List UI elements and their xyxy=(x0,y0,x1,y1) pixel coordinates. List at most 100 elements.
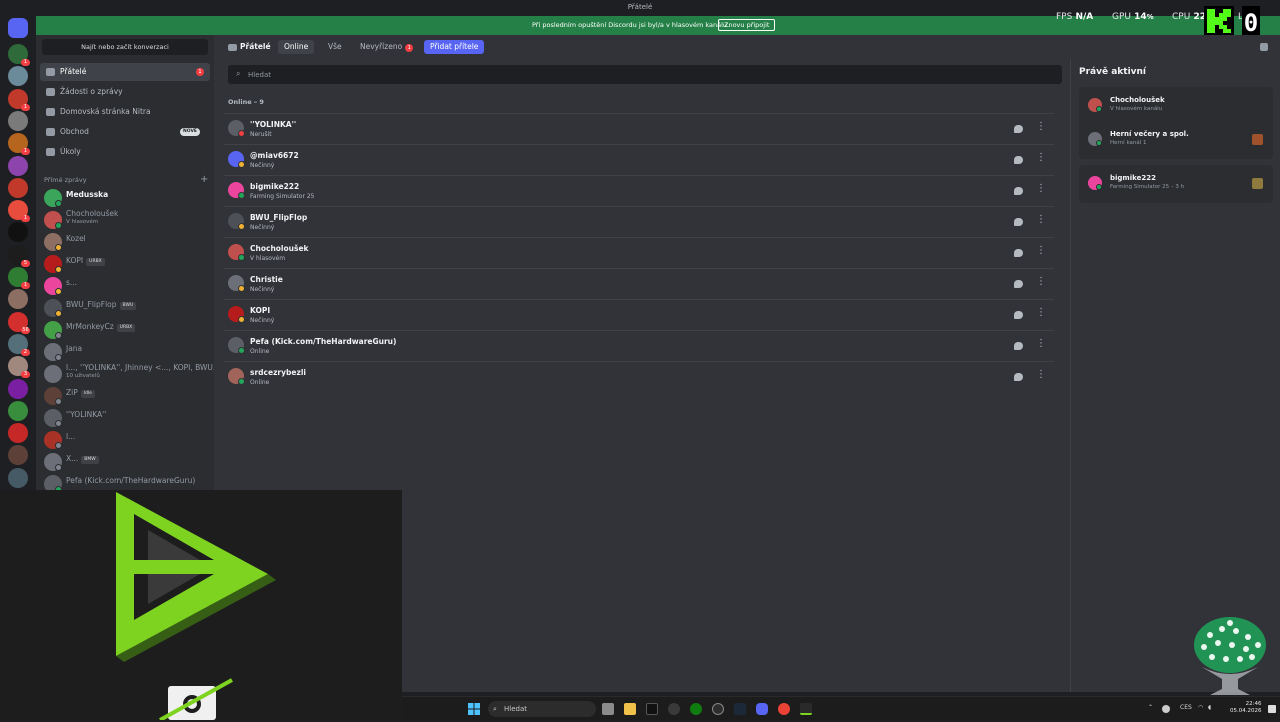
dm-item[interactable]: Kozel xyxy=(42,231,210,253)
sidebar-item-3[interactable]: Obchod NOVÉ xyxy=(40,123,210,141)
activity-row[interactable]: bigmike222 Farming Simulator 25 – 3 h xyxy=(1079,167,1273,199)
message-icon[interactable] xyxy=(1014,373,1023,381)
friend-row[interactable]: bigmike222 Farming Simulator 25 ⋮ xyxy=(224,175,1054,206)
more-options-icon[interactable]: ⋮ xyxy=(1036,307,1046,319)
message-icon[interactable] xyxy=(1014,125,1023,133)
friends-search-input[interactable] xyxy=(248,68,1048,81)
friend-row[interactable]: BWU_FlipFlop Nečinný ⋮ xyxy=(224,206,1054,237)
server-icon[interactable]: 3 xyxy=(8,356,30,379)
server-icon[interactable] xyxy=(8,467,28,488)
taskview-icon[interactable] xyxy=(602,703,614,715)
create-dm-icon[interactable]: + xyxy=(200,174,208,185)
server-icon[interactable] xyxy=(8,289,28,310)
friend-row[interactable]: @miav6672 Nečinný ⋮ xyxy=(224,144,1054,175)
dm-item[interactable]: MrMonkeyCz URBX xyxy=(42,319,210,341)
message-icon[interactable] xyxy=(1014,218,1023,226)
server-icon[interactable]: 1 xyxy=(8,267,30,289)
message-icon[interactable] xyxy=(1014,249,1023,257)
server-icon[interactable] xyxy=(8,66,28,87)
dm-item[interactable]: Jana xyxy=(42,341,210,363)
dm-item[interactable]: s... xyxy=(42,275,210,297)
discord-icon[interactable] xyxy=(756,703,768,715)
tab-online[interactable]: Online xyxy=(278,40,315,54)
more-options-icon[interactable]: ⋮ xyxy=(1036,369,1046,381)
server-icon[interactable]: 1 xyxy=(8,200,30,223)
sidebar-item-4[interactable]: Úkoly xyxy=(40,143,210,161)
server-icon[interactable]: 56 xyxy=(8,311,30,334)
more-options-icon[interactable]: ⋮ xyxy=(1036,121,1046,133)
server-icon[interactable]: 5 xyxy=(8,244,30,267)
friend-row[interactable]: srdcezrybezli Online ⋮ xyxy=(224,361,1054,392)
friend-row[interactable]: ''YOLINKA'' Nerušit ⋮ xyxy=(224,113,1054,144)
steam-icon[interactable] xyxy=(734,703,746,715)
keyboard-language[interactable]: CES xyxy=(1180,704,1192,711)
server-icon[interactable] xyxy=(8,110,28,131)
browser-icon[interactable] xyxy=(712,703,724,715)
tiktok-icon[interactable] xyxy=(646,703,658,715)
dm-item[interactable]: Chocholoušek V hlasovém xyxy=(42,209,210,231)
tray-app-icon[interactable] xyxy=(1162,705,1170,713)
more-options-icon[interactable]: ⋮ xyxy=(1036,276,1046,288)
friend-row[interactable]: Pefa (Kick.com/TheHardwareGuru) Online ⋮ xyxy=(224,330,1054,361)
wifi-icon[interactable]: ◠ xyxy=(1198,704,1203,711)
sidebar-item-0[interactable]: Přátelé 1 xyxy=(40,63,210,81)
discord-home-icon[interactable] xyxy=(8,18,28,38)
server-icon[interactable] xyxy=(8,378,28,399)
volume-icon[interactable]: ◖ xyxy=(1208,704,1211,711)
server-icon[interactable] xyxy=(8,400,28,421)
dm-item[interactable]: Medusska xyxy=(42,187,210,209)
activity-card[interactable]: Chocholoušek V hlasovém kanálu Herní večer… xyxy=(1079,87,1273,159)
dm-item[interactable]: l..., ''YOLINKA'', Jhinney <..., KOPI, B… xyxy=(42,363,220,385)
server-icon[interactable] xyxy=(8,423,28,444)
more-options-icon[interactable]: ⋮ xyxy=(1036,152,1046,164)
server-icon[interactable] xyxy=(8,222,28,243)
message-icon[interactable] xyxy=(1014,156,1023,164)
sidebar-item-1[interactable]: Žádosti o zprávy xyxy=(40,83,210,101)
server-icon[interactable] xyxy=(8,177,28,198)
server-icon[interactable] xyxy=(8,155,28,176)
friend-row[interactable]: Chocholoušek V hlasovém ⋮ xyxy=(224,237,1054,268)
taskbar-search[interactable]: ⌕ Hledat xyxy=(488,701,596,717)
server-icon[interactable]: 1 xyxy=(8,133,30,156)
tab-pending[interactable]: Nevyřízeno 1 xyxy=(354,40,419,54)
activity-card[interactable]: bigmike222 Farming Simulator 25 – 3 h xyxy=(1079,165,1273,203)
dm-item[interactable]: ''YOLINKA'' xyxy=(42,407,210,429)
windows-start-icon[interactable] xyxy=(468,703,480,715)
message-icon[interactable] xyxy=(1014,311,1023,319)
more-options-icon[interactable]: ⋮ xyxy=(1036,338,1046,350)
more-options-icon[interactable]: ⋮ xyxy=(1036,245,1046,257)
tray-chevron-icon[interactable]: ⌃ xyxy=(1148,704,1153,711)
find-conversation-button[interactable]: Najít nebo začít konverzaci xyxy=(42,39,208,55)
server-icon[interactable]: 1 xyxy=(8,44,30,66)
more-options-icon[interactable]: ⋮ xyxy=(1036,214,1046,226)
dm-item[interactable]: X... BMW xyxy=(42,451,210,473)
streaming-app-icon[interactable] xyxy=(800,703,812,715)
friend-row[interactable]: Christie Nečinný ⋮ xyxy=(224,268,1054,299)
system-clock[interactable]: 22:46 05.04.2026 xyxy=(1230,701,1262,715)
activity-row[interactable]: Herní večery a spol. Herní kanál 1 xyxy=(1079,123,1273,155)
dm-item[interactable]: l... xyxy=(42,429,210,451)
dm-item[interactable]: KOPI URBX xyxy=(42,253,210,275)
server-icon[interactable]: 2 xyxy=(8,333,30,356)
sidebar-item-2[interactable]: Domovská stránka Nitra xyxy=(40,103,210,121)
inbox-icon[interactable] xyxy=(1260,43,1268,51)
friends-search[interactable]: ⌕ xyxy=(228,65,1062,84)
reconnect-button[interactable]: Znovu připojit xyxy=(718,19,776,31)
add-friend-button[interactable]: Přidat přítele xyxy=(424,40,485,54)
chatgpt-icon[interactable] xyxy=(668,703,680,715)
xbox-icon[interactable] xyxy=(690,703,702,715)
dm-item[interactable]: ZiP Idle xyxy=(42,385,210,407)
server-icon[interactable] xyxy=(8,445,28,466)
dm-item[interactable]: BWU_FlipFlop BWU xyxy=(42,297,210,319)
more-options-icon[interactable]: ⋮ xyxy=(1036,183,1046,195)
activity-row[interactable]: Chocholoušek V hlasovém kanálu xyxy=(1079,89,1273,121)
message-icon[interactable] xyxy=(1014,187,1023,195)
tab-all[interactable]: Vše xyxy=(322,40,348,54)
friend-row[interactable]: KOPI Nečinný ⋮ xyxy=(224,299,1054,330)
chrome-icon[interactable] xyxy=(778,703,790,715)
file-explorer-icon[interactable] xyxy=(624,703,636,715)
message-icon[interactable] xyxy=(1014,342,1023,350)
server-icon[interactable]: 1 xyxy=(8,88,30,111)
notification-icon[interactable] xyxy=(1268,705,1276,713)
message-icon[interactable] xyxy=(1014,280,1023,288)
